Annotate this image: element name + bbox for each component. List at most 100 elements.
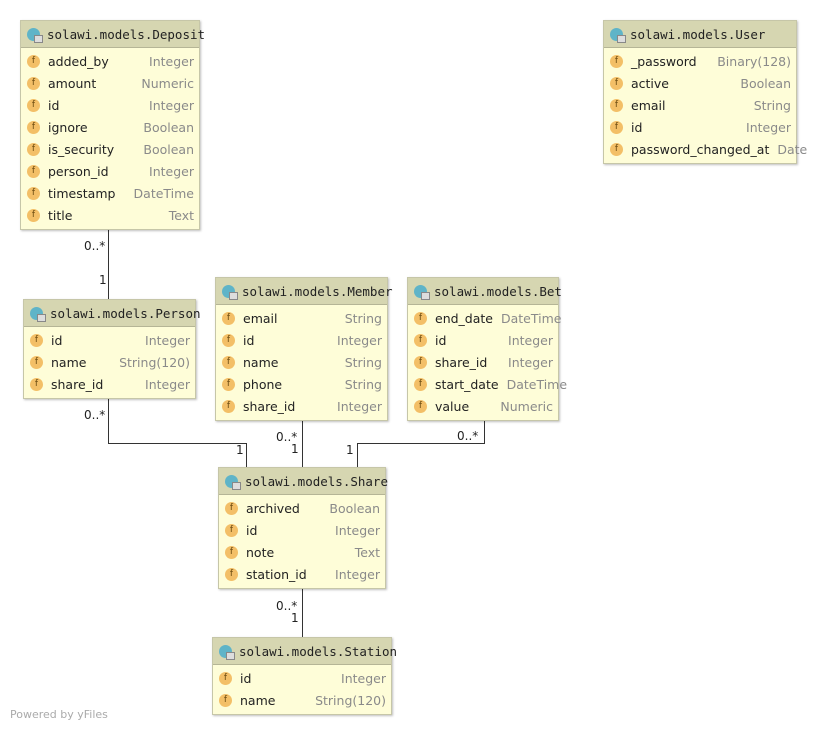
field-name: note: [246, 544, 275, 560]
field-name: name: [240, 692, 276, 708]
field-name: person_id: [48, 163, 109, 179]
field-row[interactable]: f password_changed_at Date: [604, 138, 807, 160]
powered-by-footer: Powered by yFiles: [10, 708, 108, 721]
field-icon: f: [222, 399, 235, 413]
entity-bet[interactable]: solawi.models.Bet f end_date DateTime f id Int…: [407, 277, 567, 421]
field-name: id: [246, 522, 258, 538]
field-icon: f: [225, 523, 238, 537]
field-row[interactable]: f added_by Integer: [21, 50, 199, 72]
class-icon: [27, 27, 43, 43]
field-type: Integer: [145, 332, 190, 348]
field-type: Integer: [508, 354, 553, 370]
field-icon: f: [27, 208, 40, 222]
field-icon: f: [610, 98, 623, 112]
entity-header[interactable]: solawi.models.Member: [216, 278, 393, 305]
field-name: amount: [48, 75, 97, 91]
field-name: value: [435, 398, 470, 414]
field-row[interactable]: f _password Binary(128): [604, 50, 796, 72]
field-type: String: [344, 354, 382, 370]
field-row[interactable]: f email String: [216, 307, 387, 329]
entity-station[interactable]: solawi.models.Station f id Integer f name Stri…: [212, 637, 397, 715]
entity-header[interactable]: solawi.models.Station: [213, 638, 397, 665]
field-row[interactable]: f id Integer: [21, 94, 199, 116]
field-type: DateTime: [500, 310, 562, 326]
field-row[interactable]: f id Integer: [408, 329, 558, 351]
field-name: start_date: [435, 376, 499, 392]
field-name: share_id: [435, 354, 488, 370]
field-row[interactable]: f active Boolean: [604, 72, 796, 94]
field-row[interactable]: f id Integer: [604, 116, 796, 138]
field-row[interactable]: f start_date DateTime: [408, 373, 567, 395]
field-type: Text: [354, 544, 380, 560]
field-name: timestamp: [48, 185, 116, 201]
field-row[interactable]: f id Integer: [219, 519, 385, 541]
field-name: id: [631, 119, 643, 135]
field-type: Text: [168, 207, 194, 223]
field-name: phone: [243, 376, 283, 392]
field-name: password_changed_at: [631, 141, 770, 157]
field-icon: f: [414, 333, 427, 347]
field-row[interactable]: f phone String: [216, 373, 387, 395]
multiplicity-label: 1: [236, 443, 244, 457]
field-name: name: [51, 354, 87, 370]
field-row[interactable]: f end_date DateTime: [408, 307, 562, 329]
field-type: String(120): [119, 354, 190, 370]
field-icon: f: [222, 333, 235, 347]
field-type: Numeric: [500, 398, 553, 414]
field-row[interactable]: f id Integer: [216, 329, 387, 351]
field-row[interactable]: f note Text: [219, 541, 385, 563]
field-name: end_date: [435, 310, 493, 326]
entity-header[interactable]: solawi.models.Deposit: [21, 21, 205, 48]
entity-header[interactable]: solawi.models.Person: [24, 300, 201, 327]
field-row[interactable]: f amount Numeric: [21, 72, 199, 94]
field-name: active: [631, 75, 669, 91]
field-row[interactable]: f email String: [604, 94, 796, 116]
entity-header[interactable]: solawi.models.Share: [219, 468, 388, 495]
field-icon: f: [27, 54, 40, 68]
field-row[interactable]: f station_id Integer: [219, 563, 385, 585]
multiplicity-label: 1: [291, 442, 299, 456]
field-row[interactable]: f timestamp DateTime: [21, 182, 199, 204]
field-row[interactable]: f share_id Integer: [24, 373, 195, 395]
field-name: share_id: [51, 376, 104, 392]
field-type: Date: [777, 141, 808, 157]
field-row[interactable]: f is_security Boolean: [21, 138, 199, 160]
field-row[interactable]: f share_id Integer: [216, 395, 387, 417]
field-row[interactable]: f name String: [216, 351, 387, 373]
multiplicity-label: 1: [291, 611, 299, 625]
field-icon: f: [610, 54, 623, 68]
field-name: id: [243, 332, 255, 348]
field-row[interactable]: f share_id Integer: [408, 351, 558, 373]
multiplicity-label: 0..*: [84, 408, 106, 422]
field-type: Integer: [337, 332, 382, 348]
field-row[interactable]: f archived Boolean: [219, 497, 385, 519]
entity-user[interactable]: solawi.models.User f _password Binary(128) f…: [603, 20, 807, 164]
field-type: String(120): [315, 692, 386, 708]
entity-member[interactable]: solawi.models.Member f email String f id Integ…: [215, 277, 393, 421]
field-row[interactable]: f ignore Boolean: [21, 116, 199, 138]
entity-header[interactable]: solawi.models.Bet: [408, 278, 562, 305]
field-row[interactable]: f person_id Integer: [21, 160, 199, 182]
field-row[interactable]: f value Numeric: [408, 395, 558, 417]
entity-title: solawi.models.Deposit: [47, 26, 206, 42]
multiplicity-label: 1: [346, 443, 354, 457]
field-type: Integer: [508, 332, 553, 348]
field-icon: f: [225, 501, 238, 515]
entity-header[interactable]: solawi.models.User: [604, 21, 796, 48]
field-row[interactable]: f id Integer: [213, 667, 391, 689]
field-row[interactable]: f id Integer: [24, 329, 195, 351]
field-row[interactable]: f name String(120): [24, 351, 195, 373]
field-name: email: [243, 310, 278, 326]
field-row[interactable]: f title Text: [21, 204, 199, 226]
entity-title: solawi.models.Share: [245, 473, 388, 489]
field-row[interactable]: f name String(120): [213, 689, 391, 711]
field-name: added_by: [48, 53, 109, 69]
field-type: Numeric: [141, 75, 194, 91]
entity-person[interactable]: solawi.models.Person f id Integer f name Strin…: [23, 299, 201, 399]
field-icon: f: [222, 355, 235, 369]
entity-share[interactable]: solawi.models.Share f archived Boolean f id In…: [218, 467, 388, 589]
entity-deposit[interactable]: solawi.models.Deposit f added_by Integer f am…: [20, 20, 205, 230]
field-type: Integer: [337, 398, 382, 414]
field-name: email: [631, 97, 666, 113]
field-icon: f: [414, 355, 427, 369]
